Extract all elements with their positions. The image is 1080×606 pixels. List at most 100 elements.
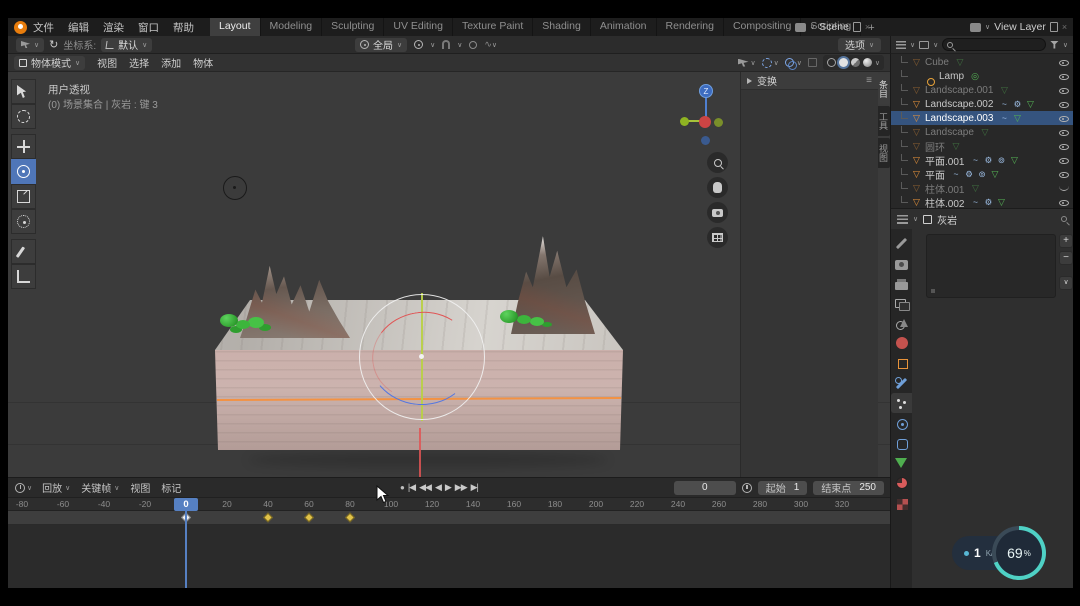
playhead-badge[interactable]: 0 [174, 498, 198, 511]
sidebar-tab[interactable]: 工具 [878, 106, 890, 136]
auto-keying-button[interactable]: ● [400, 483, 404, 492]
outliner-row[interactable]: ▽ 平面 ~ ⚙ ⊚ ▽ [891, 167, 1073, 181]
orientation-dropdown[interactable]: 默认∨ [101, 38, 152, 52]
xray-toggle[interactable] [808, 58, 817, 67]
object-name[interactable]: Landscape [925, 127, 974, 138]
object-name[interactable]: Landscape.002 [925, 99, 993, 110]
material-properties-tab[interactable] [891, 473, 912, 493]
menu-item[interactable]: 编辑 [68, 20, 89, 35]
eye-closed-icon[interactable] [1059, 185, 1069, 191]
move-tool-button[interactable] [11, 134, 36, 159]
sidebar-tab[interactable]: 视图 [878, 138, 890, 168]
pivot-point-icon[interactable] [414, 40, 423, 49]
workspace-tab[interactable]: Shading [533, 18, 591, 36]
view-layer-selector[interactable]: ∨ View Layer × [970, 20, 1067, 34]
snap-options-dropdown[interactable]: ∨ [457, 41, 462, 49]
playhead-line[interactable] [185, 511, 187, 588]
new-scene-icon[interactable] [853, 22, 861, 32]
object-data-icon[interactable]: ▽ [996, 197, 1006, 208]
outliner-display-mode-icon[interactable] [896, 41, 906, 49]
animation-icon[interactable]: ~ [999, 113, 1009, 123]
animation-icon[interactable]: ~ [999, 99, 1009, 109]
rotate-tool-button[interactable] [11, 159, 36, 184]
viewport-menu-item[interactable]: 选择 [129, 55, 149, 70]
keyframe-diamond[interactable] [304, 513, 314, 523]
lamp-empty-circle[interactable] [223, 176, 247, 200]
object-type-icon[interactable]: ▽ [911, 127, 922, 138]
outliner-row[interactable]: ▽ 柱体.002 ~ ⚙ ▽ [891, 195, 1073, 208]
rotate-gizmo[interactable] [359, 294, 485, 420]
eye-icon[interactable] [1058, 85, 1069, 96]
eye-icon[interactable] [1058, 155, 1069, 166]
navigation-gizmo[interactable]: Z [676, 80, 724, 144]
outliner-row[interactable]: ▽ 圆环 ▽ [891, 139, 1073, 153]
outliner-search[interactable] [942, 38, 1046, 51]
object-properties-tab[interactable] [891, 353, 912, 373]
object-name[interactable]: Cube [925, 57, 949, 68]
timeline-ruler[interactable]: -80-60-40-202040608010012014016018020022… [8, 498, 890, 511]
measure-tool-button[interactable] [11, 264, 36, 289]
object-visibility-dropdown[interactable]: ∨ [738, 59, 756, 67]
overlays-toggle[interactable]: ∨ [785, 58, 802, 68]
object-data-properties-tab[interactable] [891, 453, 912, 473]
outliner-row[interactable]: Lamp ◎ [891, 69, 1073, 83]
output-properties-tab[interactable] [891, 273, 912, 293]
constraints-properties-tab[interactable] [891, 433, 912, 453]
transform-tool-button[interactable] [11, 209, 36, 234]
options-button[interactable]: 选项∨ [838, 38, 881, 52]
workspace-tab[interactable]: Modeling [261, 18, 323, 36]
frame-end-field[interactable]: 结束点250 [813, 481, 884, 495]
object-name[interactable]: 柱体.002 [925, 195, 964, 209]
select-box-tool-button[interactable] [11, 79, 36, 104]
slot-specials-dropdown[interactable]: ∨ [1059, 276, 1073, 290]
eye-icon[interactable] [1058, 197, 1069, 208]
clock-icon[interactable] [15, 483, 25, 493]
workspace-tab[interactable]: Compositing [724, 18, 801, 36]
workspace-tab[interactable]: Texture Paint [453, 18, 533, 36]
tool-fallback-dropdown[interactable]: ∨ [16, 38, 44, 52]
add-slot-button[interactable]: + [1059, 234, 1073, 248]
outliner-row[interactable]: ▽ Landscape.001 ▽ [891, 83, 1073, 97]
current-frame-field[interactable]: 0 [674, 481, 736, 495]
axis-z-neg-ball[interactable] [701, 136, 710, 145]
object-type-icon[interactable]: ▽ [911, 99, 922, 110]
remove-view-layer-icon[interactable]: × [1062, 22, 1067, 32]
outliner-row[interactable]: ▽ Landscape.003 ~ ▽ [891, 111, 1073, 125]
previous-keyframe-button[interactable]: ◀◀ [419, 482, 431, 493]
eye-icon[interactable] [1058, 57, 1069, 68]
modifier-properties-tab[interactable] [891, 373, 912, 393]
axis-center-ball[interactable] [699, 116, 711, 128]
physics-properties-tab[interactable] [891, 413, 912, 433]
timeline-menu-item[interactable]: 标记 [161, 480, 181, 495]
mountains-left[interactable] [240, 250, 350, 338]
frame-start-field[interactable]: 起始1 [758, 481, 808, 495]
wireframe-shading-button[interactable] [827, 58, 836, 67]
material-preview-shading-button[interactable] [851, 58, 860, 67]
jump-to-end-button[interactable]: ▶| [471, 482, 478, 493]
physics-icon[interactable]: ⊚ [977, 169, 987, 180]
blender-logo-icon[interactable] [14, 21, 27, 34]
object-name[interactable]: 平面.001 [925, 153, 964, 168]
texture-properties-tab[interactable] [891, 493, 912, 513]
object-data-icon[interactable]: ▽ [955, 57, 965, 68]
object-name[interactable]: Landscape.003 [925, 113, 993, 124]
sidebar-tab[interactable]: 条目 [878, 74, 890, 104]
workspace-tab[interactable]: Sculpting [322, 18, 384, 36]
mode-dropdown[interactable]: 物体模式∨ [14, 56, 85, 70]
annotate-tool-button[interactable] [11, 239, 36, 264]
next-keyframe-button[interactable]: ▶▶ [455, 482, 467, 493]
cursor-tool-button[interactable] [11, 104, 36, 129]
zoom-button[interactable] [707, 152, 728, 173]
viewport-menu-item[interactable]: 添加 [161, 55, 181, 70]
outliner-row[interactable]: ▽ 柱体.001 ▽ [891, 181, 1073, 195]
bushes-right[interactable] [500, 310, 518, 323]
timeline-menu-item[interactable]: 关键帧∨ [81, 480, 119, 495]
keyframe-track[interactable] [8, 511, 890, 525]
gizmos-toggle[interactable]: ∨ [762, 58, 779, 68]
eye-icon[interactable] [1058, 169, 1069, 180]
outliner-row[interactable]: ▽ Cube ▽ [891, 55, 1073, 69]
play-reverse-button[interactable]: ◀ [435, 482, 441, 493]
object-type-icon[interactable]: ▽ [911, 57, 922, 68]
modifier-icon[interactable]: ⚙ [983, 155, 993, 166]
rendered-shading-button[interactable] [863, 58, 872, 67]
